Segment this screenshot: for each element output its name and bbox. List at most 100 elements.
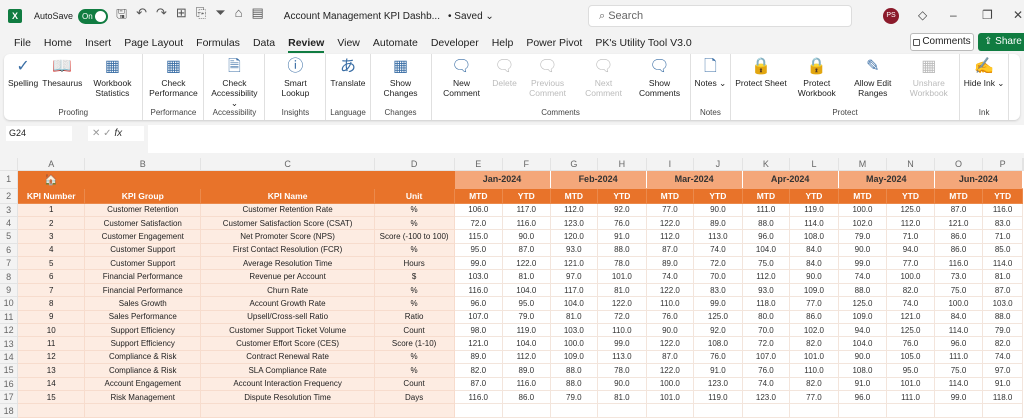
close-icon[interactable]: ✕: [1013, 8, 1023, 22]
kpi-group-cell[interactable]: Customer Satisfaction: [84, 216, 202, 231]
ytd-value-cell[interactable]: 118.0: [982, 390, 1023, 405]
ytd-value-cell[interactable]: 101.0: [597, 269, 647, 284]
kpi-num-cell[interactable]: 10: [17, 323, 86, 338]
enter-icon[interactable]: ✓: [103, 128, 114, 139]
kpi-unit-cell[interactable]: Hours: [374, 256, 455, 271]
column-header-I[interactable]: I: [646, 158, 695, 171]
kpi-name-cell[interactable]: First Contact Resolution (FCR): [200, 243, 375, 258]
mtd-value-cell[interactable]: 106.0: [454, 203, 504, 217]
ytd-value-cell[interactable]: 112.0: [502, 350, 551, 365]
kpi-unit-cell[interactable]: Count: [374, 377, 455, 391]
empty-cell[interactable]: [982, 403, 1023, 418]
mtd-value-cell[interactable]: 96.0: [934, 336, 984, 351]
home-cell[interactable]: 🏠: [17, 170, 86, 189]
ytd-value-cell[interactable]: 72.0: [597, 310, 647, 325]
kpi-num-cell[interactable]: 8: [17, 296, 86, 311]
empty-cell[interactable]: [17, 403, 86, 418]
protect-workbook-button[interactable]: 🔒 Protect Workbook: [789, 54, 845, 106]
ytd-value-cell[interactable]: 91.0: [982, 377, 1023, 391]
column-header-A[interactable]: A: [17, 158, 86, 171]
filter-icon[interactable]: ⏷: [215, 5, 225, 27]
ytd-value-cell[interactable]: 74.0: [693, 243, 743, 258]
undo-icon[interactable]: ↶: [136, 5, 147, 27]
column-header-F[interactable]: F: [502, 158, 551, 171]
mtd-value-cell[interactable]: 108.0: [838, 363, 888, 378]
ytd-value-cell[interactable]: 77.0: [886, 256, 935, 271]
empty-cell[interactable]: [374, 403, 455, 418]
row-header[interactable]: 18: [0, 403, 19, 418]
mtd-value-cell[interactable]: 116.0: [454, 283, 504, 298]
notes-button[interactable]: 🗋 Notes ⌄: [693, 54, 729, 106]
row-header[interactable]: 12: [0, 323, 19, 338]
search-box[interactable]: ⌕ Search: [588, 5, 852, 27]
kpi-num-cell[interactable]: 11: [17, 336, 86, 351]
ytd-value-cell[interactable]: 79.0: [502, 310, 551, 325]
kpi-name-cell[interactable]: Customer Retention Rate: [200, 203, 375, 217]
row-header[interactable]: 2: [0, 188, 19, 204]
mtd-value-cell[interactable]: 70.0: [742, 323, 791, 338]
kpi-group-cell[interactable]: Customer Support: [84, 243, 202, 258]
mtd-value-cell[interactable]: 90.0: [838, 243, 888, 258]
ytd-value-cell[interactable]: 101.0: [886, 377, 935, 391]
mtd-value-cell[interactable]: 93.0: [550, 243, 599, 258]
previous-comment-button[interactable]: 🗨 Previous Comment: [520, 54, 576, 106]
ytd-value-cell[interactable]: 81.0: [982, 269, 1023, 284]
mtd-value-cell[interactable]: 93.0: [742, 283, 791, 298]
row-header[interactable]: 1: [0, 170, 19, 189]
column-header-P[interactable]: P: [982, 158, 1023, 171]
empty-cell[interactable]: [742, 403, 791, 418]
kpi-name-cell[interactable]: Net Promoter Score (NPS): [200, 229, 375, 244]
mtd-value-cell[interactable]: 116.0: [454, 390, 504, 405]
mtd-value-cell[interactable]: 88.0: [742, 216, 791, 231]
mtd-value-cell[interactable]: 125.0: [838, 296, 888, 311]
kpi-group-cell[interactable]: Support Efficiency: [84, 336, 202, 351]
ytd-value-cell[interactable]: 90.0: [693, 203, 743, 217]
empty-cell[interactable]: [838, 403, 888, 418]
mtd-value-cell[interactable]: 121.0: [934, 216, 984, 231]
show-changes-button[interactable]: ▦ Show Changes: [373, 54, 429, 106]
mtd-value-cell[interactable]: 103.0: [550, 323, 599, 338]
ytd-value-cell[interactable]: 119.0: [502, 323, 551, 338]
show-comments-button[interactable]: 🗨 Show Comments: [632, 54, 688, 106]
mtd-value-cell[interactable]: 109.0: [550, 350, 599, 365]
save-icon[interactable]: 🖫: [116, 5, 127, 27]
kpi-group-cell[interactable]: Sales Growth: [84, 296, 202, 311]
column-header-M[interactable]: M: [838, 158, 888, 171]
row-header[interactable]: 5: [0, 229, 19, 244]
mtd-value-cell[interactable]: 100.0: [838, 203, 888, 217]
tab-developer[interactable]: Developer: [431, 37, 479, 49]
check-accessibility-button[interactable]: 🗎 Check Accessibility ⌄: [206, 54, 262, 108]
row-header[interactable]: 14: [0, 350, 19, 365]
mtd-value-cell[interactable]: 90.0: [838, 350, 888, 365]
mtd-value-cell[interactable]: 107.0: [454, 310, 504, 325]
more-tools-icon[interactable]: ▤: [252, 5, 264, 27]
kpi-name-cell[interactable]: Account Growth Rate: [200, 296, 375, 311]
mtd-value-cell[interactable]: 121.0: [550, 256, 599, 271]
kpi-unit-cell[interactable]: %: [374, 363, 455, 378]
kpi-group-cell[interactable]: Financial Performance: [84, 269, 202, 284]
mtd-value-cell[interactable]: 123.0: [550, 216, 599, 231]
kpi-unit-cell[interactable]: Score (-100 to 100): [374, 229, 455, 244]
kpi-num-cell[interactable]: 15: [17, 390, 86, 405]
empty-cell[interactable]: [934, 403, 984, 418]
ytd-value-cell[interactable]: 101.0: [789, 350, 839, 365]
kpi-name-cell[interactable]: Customer Support Ticket Volume: [200, 323, 375, 338]
tab-page-layout[interactable]: Page Layout: [124, 37, 183, 49]
ytd-value-cell[interactable]: 121.0: [886, 310, 935, 325]
mtd-value-cell[interactable]: 95.0: [454, 243, 504, 258]
mtd-value-cell[interactable]: 122.0: [646, 336, 695, 351]
kpi-num-cell[interactable]: 13: [17, 363, 86, 378]
kpi-num-cell[interactable]: 7: [17, 283, 86, 298]
ytd-value-cell[interactable]: 88.0: [597, 243, 647, 258]
column-header-L[interactable]: L: [789, 158, 839, 171]
kpi-unit-cell[interactable]: %: [374, 296, 455, 311]
ytd-value-cell[interactable]: 77.0: [789, 390, 839, 405]
mtd-value-cell[interactable]: 102.0: [838, 216, 888, 231]
mtd-value-cell[interactable]: 87.0: [646, 243, 695, 258]
column-header-J[interactable]: J: [693, 158, 743, 171]
kpi-unit-cell[interactable]: %: [374, 283, 455, 298]
home-icon[interactable]: 🏠: [44, 174, 58, 186]
ytd-value-cell[interactable]: 122.0: [597, 296, 647, 311]
mtd-value-cell[interactable]: 104.0: [742, 243, 791, 258]
ytd-value-cell[interactable]: 111.0: [886, 390, 935, 405]
